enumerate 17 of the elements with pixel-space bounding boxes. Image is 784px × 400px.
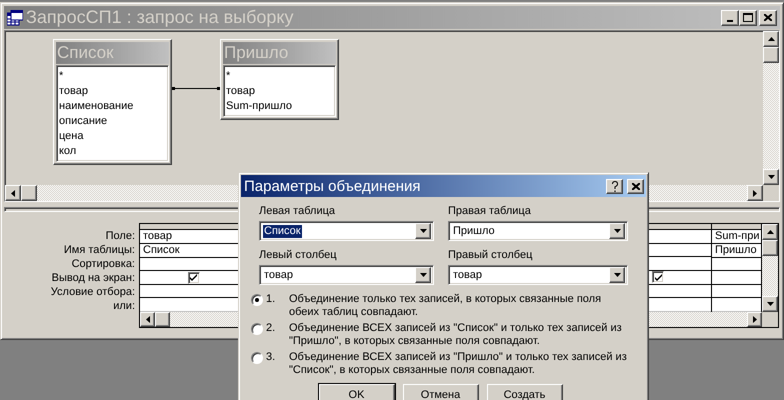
field-label: Левый столбец xyxy=(259,249,338,262)
row-label: Вывод на экран: xyxy=(52,271,135,285)
field-list-title: Список xyxy=(56,42,169,64)
row-label: или: xyxy=(113,299,135,313)
row-label: Сортировка: xyxy=(72,257,135,271)
row-label: Имя таблицы: xyxy=(64,243,135,257)
row-label: Условие отбора: xyxy=(50,285,135,299)
window-title: ЗапросСП1 : запрос на выборку xyxy=(26,7,294,28)
option-number: 2. xyxy=(266,322,276,335)
dialog-title: Параметры объединения xyxy=(244,178,422,194)
field-label: Левая таблица xyxy=(259,205,336,218)
field-label: Правая таблица xyxy=(448,205,532,218)
row-label: Поле: xyxy=(106,229,135,243)
field-list-title: Пришло xyxy=(223,42,336,64)
field-label: Правый столбец xyxy=(448,249,534,262)
option-number: 3. xyxy=(266,351,276,364)
option-number: 1. xyxy=(266,293,276,306)
